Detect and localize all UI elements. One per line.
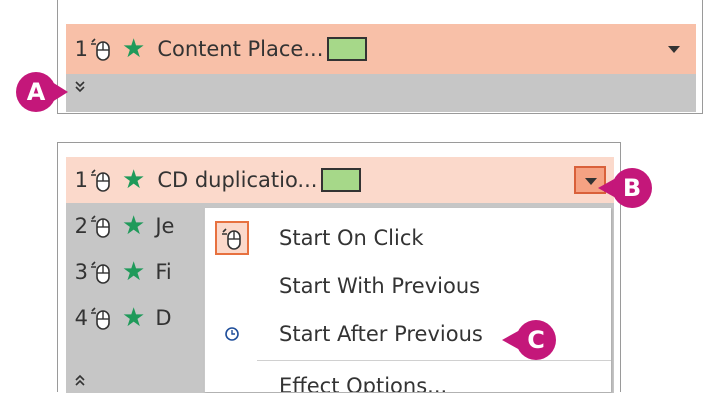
star-effect-icon: ★ [122,257,146,287]
menu-item-label: Start After Previous [279,322,483,346]
callout-a-pointer [52,82,68,102]
callout-b: B [612,168,652,208]
pane-header-strip [58,143,620,157]
timing-dropdown-menu: Start On Click Start With Previous Start… [204,208,611,392]
chevron-double-up-icon[interactable] [74,373,86,390]
animation-name: Content Place... [157,37,324,61]
menu-item-start-with-previous[interactable]: Start With Previous [205,264,611,308]
animation-item-row-1[interactable]: 1 ★ CD duplicatio... [66,157,614,203]
star-effect-icon: ★ [122,165,146,195]
star-effect-icon: ★ [122,211,146,241]
animation-item-row[interactable]: 1 ★ Content Place... [66,24,696,74]
mouse-click-icon [91,307,110,330]
menu-item-label: Start On Click [279,226,424,250]
menu-item-label: Start With Previous [279,274,481,298]
menu-item-effect-options[interactable]: Effect Options... [205,368,611,392]
animation-name: Fi [155,260,172,284]
pane-header-strip [58,0,702,24]
animation-name: Je [155,214,175,238]
animation-number: 4 [74,306,88,330]
animation-name: D [155,306,172,330]
animation-name: CD duplicatio... [157,168,318,192]
mouse-click-icon [91,38,110,61]
callout-c: C [516,320,556,360]
star-effect-icon: ★ [122,34,146,64]
animation-number: 3 [74,260,88,284]
animation-number: 2 [74,214,88,238]
timeline-bar [327,37,368,61]
mouse-click-icon [91,215,110,238]
chevron-double-down-icon[interactable] [74,80,86,97]
animation-number: 1 [74,37,88,61]
clock-icon [215,317,249,351]
menu-item-start-on-click[interactable]: Start On Click [205,216,611,260]
menu-separator [257,360,611,361]
mouse-click-icon [215,221,249,255]
star-effect-icon: ★ [122,303,146,333]
menu-item-label: Effect Options... [279,374,448,392]
mouse-click-icon [91,169,110,192]
pane-footer-bar [66,74,696,112]
mouse-click-icon [91,261,110,284]
timeline-bar [321,168,362,192]
animation-pane-top: 1 ★ Content Place... [57,0,703,114]
dropdown-arrow-icon[interactable] [668,46,680,53]
animation-number: 1 [74,168,88,192]
callout-a: A [16,72,56,112]
